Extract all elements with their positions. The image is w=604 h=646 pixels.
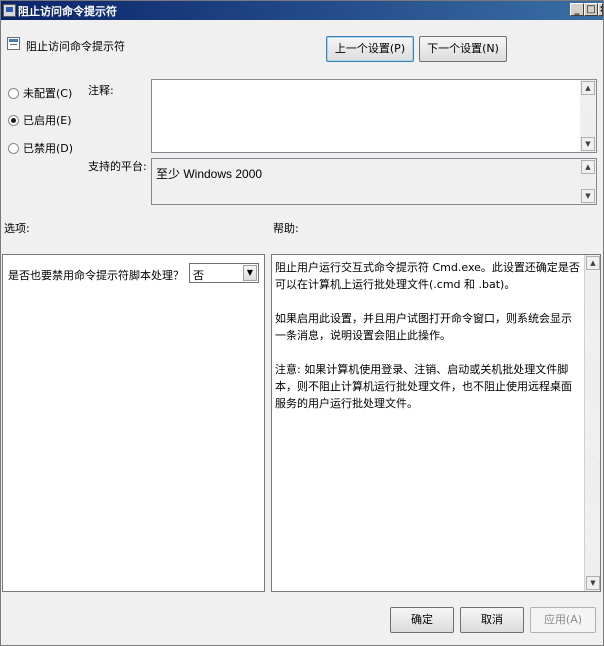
close-button[interactable]: × <box>598 3 603 16</box>
scroll-up-arrow-icon[interactable]: ▲ <box>581 81 595 95</box>
radio-disabled[interactable]: 已禁用(D) <box>8 140 73 156</box>
radio-not-configured[interactable]: 未配置(C) <box>8 85 72 101</box>
help-paragraph: 如果启用此设置，并且用户试图打开命令窗口，则系统会显示一条消息，说明设置会阻止此… <box>275 312 572 342</box>
scroll-up-arrow-icon[interactable]: ▲ <box>581 160 595 174</box>
help-section-label: 帮助: <box>273 222 299 235</box>
policy-name: 阻止访问命令提示符 <box>26 40 125 53</box>
comment-label: 注释: <box>88 84 114 97</box>
ok-button[interactable]: 确定 <box>390 607 454 633</box>
supported-platform-label: 支持的平台: <box>88 160 147 173</box>
policy-window-icon <box>3 4 16 17</box>
help-paragraph: 阻止用户运行交互式命令提示符 Cmd.exe。此设置还确定是否可以在计算机上运行… <box>275 261 580 291</box>
script-processing-value: 否 <box>193 269 204 282</box>
help-scrollbar[interactable]: ▲ ▼ <box>584 255 600 591</box>
scroll-up-arrow-icon[interactable]: ▲ <box>586 256 600 270</box>
radio-disabled-indicator[interactable] <box>8 143 19 154</box>
next-setting-button[interactable]: 下一个设置(N) <box>419 36 507 62</box>
supported-platform-field: 至少 Windows 2000 ▲ ▼ <box>151 158 597 205</box>
window-title: 阻止访问命令提示符 <box>18 5 117 18</box>
radio-disabled-label: 已禁用(D) <box>23 142 74 155</box>
policy-document-icon <box>7 37 20 50</box>
options-section-label: 选项: <box>4 222 30 235</box>
radio-enabled-indicator[interactable] <box>8 115 19 126</box>
cancel-button[interactable]: 取消 <box>460 607 524 633</box>
radio-not-configured-indicator[interactable] <box>8 88 19 99</box>
apply-button[interactable]: 应用(A) <box>530 607 596 633</box>
radio-not-configured-label: 未配置(C) <box>23 87 73 100</box>
comment-scrollbar[interactable]: ▲ ▼ <box>580 80 596 152</box>
scroll-down-arrow-icon[interactable]: ▼ <box>586 576 600 590</box>
previous-setting-button[interactable]: 上一个设置(P) <box>326 36 414 62</box>
help-pane: 阻止用户运行交互式命令提示符 Cmd.exe。此设置还确定是否可以在计算机上运行… <box>271 254 601 592</box>
script-processing-dropdown[interactable]: 否 ▼ <box>189 263 259 283</box>
script-processing-label: 是否也要禁用命令提示符脚本处理？ <box>8 269 184 282</box>
policy-dialog-window: 阻止访问命令提示符 _ □ × 阻止访问命令提示符 上一个设置(P) 下一个设置… <box>0 0 604 646</box>
supported-platform-value: 至少 Windows 2000 <box>156 167 263 181</box>
radio-enabled[interactable]: 已启用(E) <box>8 112 72 128</box>
scroll-down-arrow-icon[interactable]: ▼ <box>581 137 595 151</box>
help-paragraph: 注意: 如果计算机使用登录、注销、启动或关机批处理文件脚本，则不阻止计算机运行批… <box>275 363 572 410</box>
chevron-down-icon[interactable]: ▼ <box>243 265 257 281</box>
options-pane: 是否也要禁用命令提示符脚本处理？ 否 ▼ <box>2 254 265 592</box>
minimize-button[interactable]: _ <box>570 3 584 16</box>
scroll-down-arrow-icon[interactable]: ▼ <box>581 189 595 203</box>
platform-scrollbar[interactable]: ▲ ▼ <box>580 159 596 204</box>
comment-textarea[interactable]: ▲ ▼ <box>151 79 597 153</box>
help-text: 阻止用户运行交互式命令提示符 Cmd.exe。此设置还确定是否可以在计算机上运行… <box>275 259 581 429</box>
title-bar[interactable]: 阻止访问命令提示符 _ □ × <box>1 1 603 20</box>
radio-enabled-label: 已启用(E) <box>23 114 72 127</box>
maximize-button[interactable]: □ <box>584 3 598 16</box>
